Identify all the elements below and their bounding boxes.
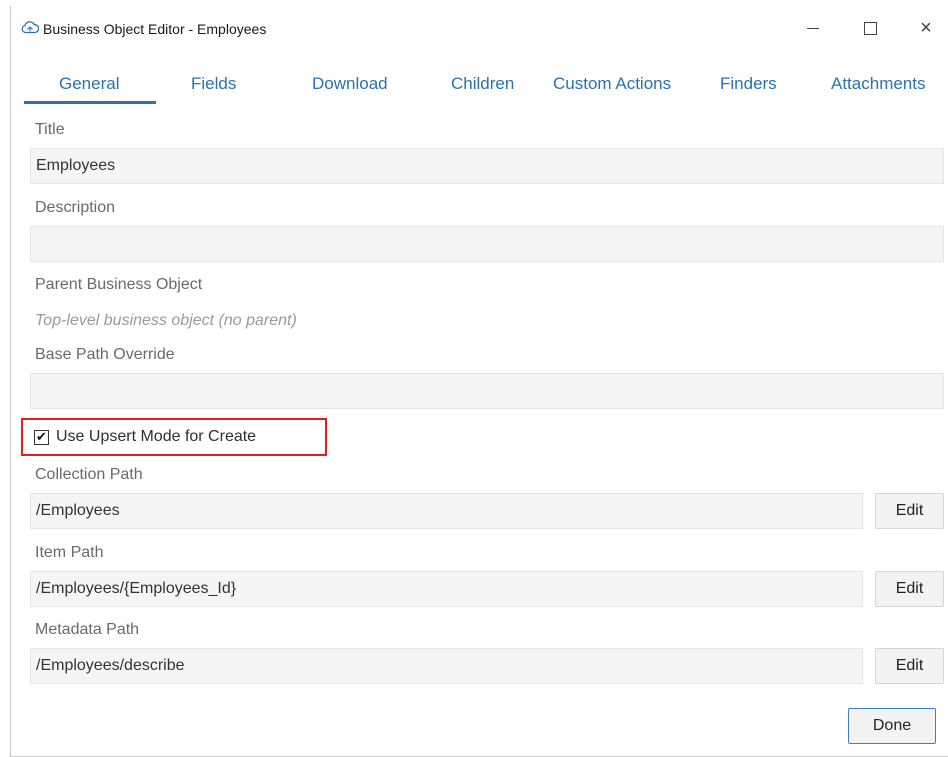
tab-custom-actions[interactable]: Custom Actions bbox=[553, 74, 671, 94]
window-title: Business Object Editor - Employees bbox=[43, 21, 267, 37]
metadata-path-label: Metadata Path bbox=[35, 621, 140, 638]
tab-attachments[interactable]: Attachments bbox=[831, 74, 926, 94]
item-path-field[interactable]: /Employees/{Employees_Id} bbox=[30, 571, 863, 607]
collection-path-label: Collection Path bbox=[35, 466, 143, 483]
tab-download[interactable]: Download bbox=[312, 74, 388, 94]
upsert-mode-label[interactable]: Use Upsert Mode for Create bbox=[56, 428, 256, 446]
business-object-editor-window: Business Object Editor - Employees × Gen… bbox=[10, 6, 948, 757]
base-path-override-label: Base Path Override bbox=[35, 346, 175, 363]
maximize-button[interactable] bbox=[853, 14, 887, 42]
collection-path-field[interactable]: /Employees bbox=[30, 493, 863, 529]
minimize-icon bbox=[807, 27, 819, 29]
item-path-edit-button[interactable]: Edit bbox=[875, 571, 944, 607]
tab-bar: General Fields Download Children Custom … bbox=[11, 66, 948, 108]
base-path-override-field[interactable] bbox=[30, 373, 944, 409]
upsert-mode-highlight: ✔ Use Upsert Mode for Create bbox=[21, 418, 327, 456]
metadata-path-field[interactable]: /Employees/describe bbox=[30, 648, 863, 684]
title-label: Title bbox=[35, 121, 65, 138]
tab-general[interactable]: General bbox=[59, 74, 119, 94]
metadata-path-edit-button[interactable]: Edit bbox=[875, 648, 944, 684]
minimize-button[interactable] bbox=[796, 14, 830, 42]
tab-children[interactable]: Children bbox=[451, 74, 514, 94]
description-field[interactable] bbox=[30, 226, 944, 262]
close-icon: × bbox=[920, 16, 932, 39]
item-path-label: Item Path bbox=[35, 544, 104, 561]
title-bar[interactable]: Business Object Editor - Employees × bbox=[11, 6, 948, 46]
title-field[interactable]: Employees bbox=[30, 148, 944, 184]
active-tab-indicator bbox=[24, 101, 156, 104]
close-button[interactable]: × bbox=[909, 14, 943, 42]
parent-business-object-hint: Top-level business object (no parent) bbox=[35, 312, 297, 329]
done-button[interactable]: Done bbox=[848, 708, 936, 744]
description-label: Description bbox=[35, 199, 116, 216]
tab-fields[interactable]: Fields bbox=[191, 74, 236, 94]
parent-business-object-label: Parent Business Object bbox=[35, 276, 203, 293]
collection-path-edit-button[interactable]: Edit bbox=[875, 493, 944, 529]
maximize-icon bbox=[863, 21, 877, 35]
upsert-mode-checkbox[interactable]: ✔ bbox=[34, 430, 49, 445]
cloud-icon bbox=[21, 20, 40, 34]
tab-finders[interactable]: Finders bbox=[720, 74, 777, 94]
